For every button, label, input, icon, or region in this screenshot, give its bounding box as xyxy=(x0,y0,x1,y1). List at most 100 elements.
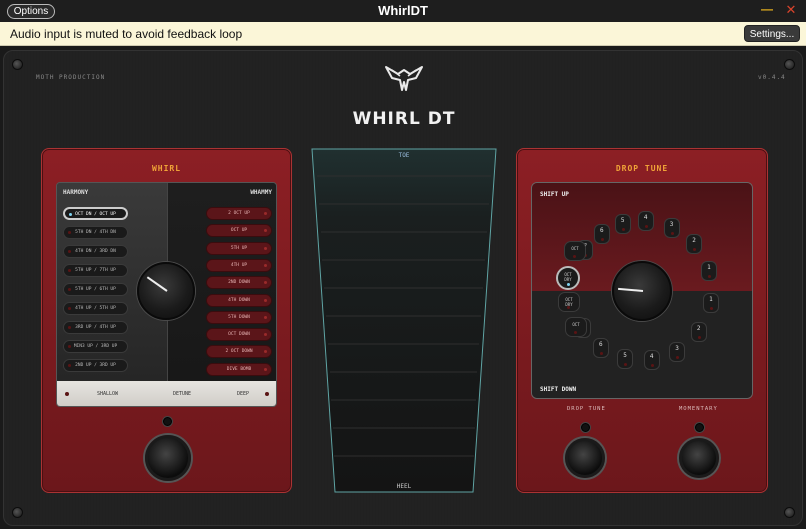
pedal-heel-label: HEEL xyxy=(396,483,412,490)
harmony-option[interactable]: 5TH UP / 6TH UP xyxy=(63,283,128,296)
harmony-indicator-dot xyxy=(69,213,72,216)
whirl-panel: WHIRL HARMONY OCT DN / OCT UP 5TH DN / 4T… xyxy=(41,148,292,493)
whammy-label: WHAMMY xyxy=(250,189,272,196)
semitone-label: 6 xyxy=(599,340,603,348)
harmony-option[interactable]: 3RD UP / 4TH UP xyxy=(63,321,128,334)
whammy-option-label: 5TH DOWN xyxy=(228,314,250,320)
harmony-option[interactable]: MIN3 UP / 3RD UP xyxy=(63,340,128,353)
screw-icon xyxy=(12,59,23,70)
close-icon[interactable]: ✕ xyxy=(785,3,797,17)
expression-pedal[interactable]: TOE HEEL xyxy=(311,148,497,493)
detune-center-label: DETUNE xyxy=(173,391,192,397)
oct-up-button[interactable]: OCT xyxy=(564,241,586,261)
harmony-option-label: MIN3 UP / 3RD UP xyxy=(73,344,118,349)
window-title: WhirlDT xyxy=(378,3,428,18)
oct-dry-upper-button[interactable]: OCT DRY xyxy=(556,266,580,290)
whammy-option[interactable]: 5TH UP xyxy=(206,241,272,255)
harmony-label: HARMONY xyxy=(63,189,89,196)
shift-up-semitone-button[interactable]: 5 xyxy=(614,213,631,234)
semitone-label: 1 xyxy=(709,296,713,304)
whirl-mode-knob[interactable] xyxy=(137,262,195,320)
minimize-icon[interactable]: — xyxy=(761,3,773,16)
whammy-indicator-dot xyxy=(264,333,267,337)
harmony-option-label: 4TH DN / 3RD DN xyxy=(75,249,116,254)
harmony-indicator-dot xyxy=(68,307,71,310)
shift-down-semitone-button[interactable]: 4 xyxy=(643,350,660,371)
notice-bar: Audio input is muted to avoid feedback l… xyxy=(0,22,806,46)
whirl-footswitch[interactable] xyxy=(145,435,191,481)
harmony-option-label: 2ND UP / 3RD UP xyxy=(75,363,116,368)
harmony-option[interactable]: 5TH DN / 4TH DN xyxy=(63,226,128,239)
whammy-option[interactable]: 5TH DOWN xyxy=(206,310,272,324)
plugin-name: WHIRL DT xyxy=(352,109,456,129)
whammy-option-label: 5TH UP xyxy=(230,245,248,251)
whammy-option[interactable]: 4TH DOWN xyxy=(206,293,272,307)
screw-icon xyxy=(784,59,795,70)
whammy-option[interactable]: 2ND DOWN xyxy=(206,276,272,290)
shift-down-semitone-button[interactable]: 1 xyxy=(702,293,719,314)
whammy-option-label: 4TH UP xyxy=(230,262,248,268)
whammy-option[interactable]: 2 OCT DOWN xyxy=(206,345,272,359)
whammy-option-label: OCT UP xyxy=(230,228,248,234)
drop-tune-controls: SHIFT UP SHIFT DOWN 7654321 1234567 OCT … xyxy=(531,182,753,399)
harmony-option[interactable]: 2ND UP / 3RD UP xyxy=(63,359,128,372)
harmony-option-label: 5TH UP / 6TH UP xyxy=(75,287,116,292)
drop-tune-footswitch[interactable] xyxy=(565,438,605,478)
whammy-indicator-dot xyxy=(264,315,267,319)
semitone-label: 4 xyxy=(643,214,648,222)
company-label: MOTH PRODUCTION xyxy=(36,74,106,81)
drop-tune-title: DROP TUNE xyxy=(615,164,669,173)
whirl-led xyxy=(163,417,172,426)
detune-min-dot xyxy=(65,392,69,396)
shift-up-label: SHIFT UP xyxy=(540,191,569,198)
oct-down-label: OCT xyxy=(572,322,580,327)
semitone-label: 5 xyxy=(620,216,625,224)
drop-tune-knob[interactable] xyxy=(612,261,672,321)
oct-down-button[interactable]: OCT xyxy=(565,317,587,337)
shift-down-semitone-button[interactable]: 5 xyxy=(617,348,634,369)
momentary-footswitch[interactable] xyxy=(679,438,719,478)
screw-icon xyxy=(12,507,23,518)
shift-up-semitone-button[interactable]: 4 xyxy=(637,211,654,232)
semitone-label: 5 xyxy=(623,351,627,359)
whammy-option-label: 4TH DOWN xyxy=(228,297,250,303)
harmony-indicator-dot xyxy=(68,326,71,329)
harmony-option[interactable]: 4TH UP / 5TH UP xyxy=(63,302,128,315)
semitone-label: 3 xyxy=(669,220,674,228)
shift-up-semitone-button[interactable]: 1 xyxy=(700,260,717,281)
harmony-option[interactable]: OCT DN / OCT UP xyxy=(63,207,128,220)
moth-logo-icon xyxy=(385,66,423,91)
shift-down-semitone-button[interactable]: 3 xyxy=(669,341,685,362)
settings-button[interactable]: Settings... xyxy=(744,25,800,42)
whammy-option[interactable]: DIVE BOMB xyxy=(206,362,272,376)
harmony-indicator-dot xyxy=(68,364,71,367)
harmony-option-label: OCT DN / OCT UP xyxy=(75,212,116,217)
whammy-option[interactable]: OCT DOWN xyxy=(206,328,272,342)
semitone-indicator-dot xyxy=(670,231,674,235)
semitone-indicator-dot xyxy=(600,237,604,241)
harmony-indicator-dot xyxy=(68,269,71,272)
shift-down-semitone-button[interactable]: 2 xyxy=(690,322,707,343)
detune-slider[interactable]: SHALLOW DETUNE DEEP xyxy=(57,381,276,406)
oct-up-label: OCT xyxy=(571,246,579,251)
pedal-shape xyxy=(311,148,497,493)
whammy-option[interactable]: 2 OCT UP xyxy=(206,207,272,220)
harmony-option[interactable]: 5TH UP / 7TH UP xyxy=(63,264,128,277)
oct-dry-lower-button[interactable]: OCT DRY xyxy=(558,292,580,312)
whammy-indicator-dot xyxy=(264,367,267,371)
shift-down-label: SHIFT DOWN xyxy=(540,386,577,393)
harmony-option-label: 5TH UP / 7TH UP xyxy=(75,268,116,273)
semitone-indicator-dot xyxy=(676,355,679,359)
shift-up-semitone-button[interactable]: 2 xyxy=(686,234,703,255)
detune-shallow-label: SHALLOW xyxy=(97,391,119,397)
whammy-option[interactable]: 4TH UP xyxy=(206,258,272,272)
semitone-indicator-dot xyxy=(707,274,711,278)
notice-text: Audio input is muted to avoid feedback l… xyxy=(10,27,243,41)
shift-up-semitone-button[interactable]: 6 xyxy=(593,223,610,244)
whammy-option[interactable]: OCT UP xyxy=(206,224,272,238)
harmony-option[interactable]: 4TH DN / 3RD DN xyxy=(63,245,128,258)
semitone-label: 4 xyxy=(649,353,654,361)
shift-up-semitone-button[interactable]: 3 xyxy=(663,217,680,238)
plugin-body: MOTH PRODUCTION v0.4.4 WHIRL DT WHIRL HA… xyxy=(3,50,803,526)
shift-down-semitone-button[interactable]: 6 xyxy=(592,337,609,358)
